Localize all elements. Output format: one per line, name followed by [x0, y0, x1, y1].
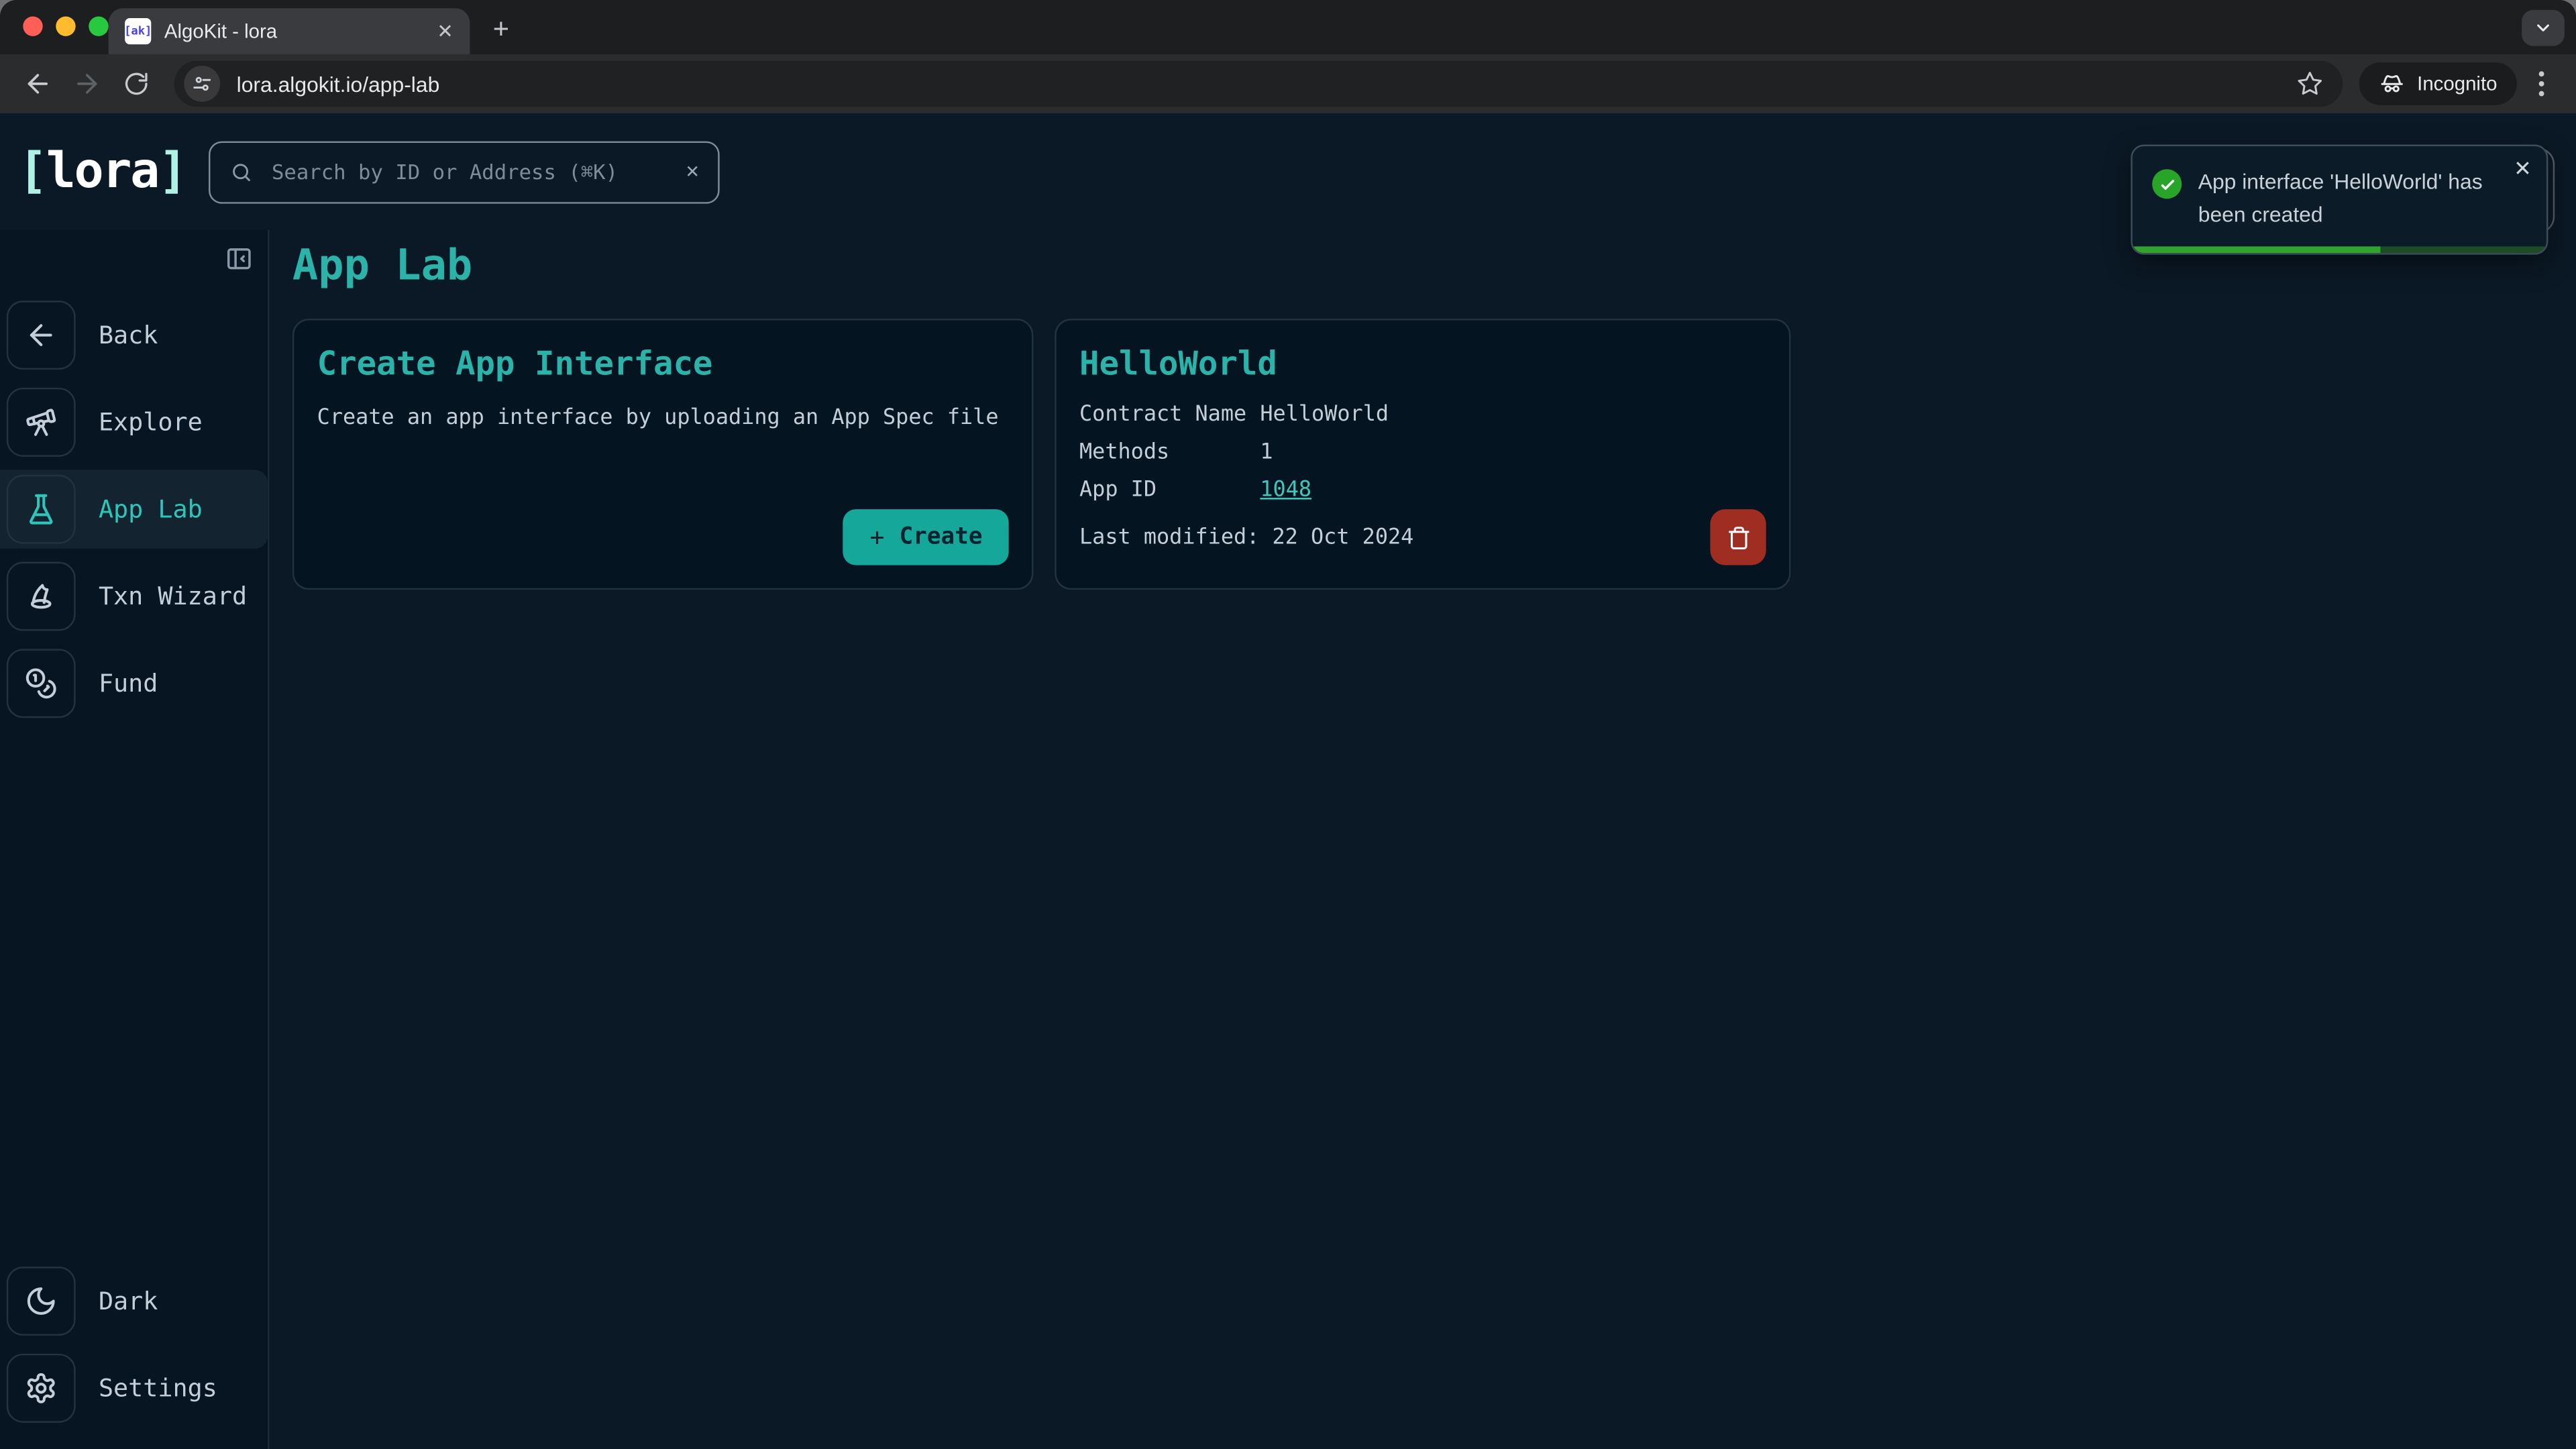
- toast-progress-bar: [2133, 246, 2546, 253]
- detail-row-contract-name: Contract Name HelloWorld: [1079, 402, 1766, 427]
- theme-toggle-label: Dark: [99, 1287, 158, 1316]
- arrow-left-icon: [23, 69, 52, 99]
- sidebar-item-label: Back: [99, 321, 158, 350]
- sidebar-item-explore[interactable]: Explore: [0, 383, 268, 462]
- coins-icon: [25, 667, 58, 700]
- incognito-label: Incognito: [2417, 72, 2497, 95]
- sidebar-item-label: Settings: [99, 1373, 217, 1403]
- plus-icon: +: [869, 523, 884, 552]
- chevron-down-icon: [2533, 18, 2553, 38]
- sidebar-footer: Dark Settings: [0, 1262, 268, 1436]
- close-window-button[interactable]: [23, 16, 42, 36]
- trash-icon: [1726, 525, 1751, 549]
- search-input[interactable]: [268, 158, 671, 186]
- minimize-window-button[interactable]: [56, 16, 75, 36]
- lora-logo[interactable]: [lora]: [18, 143, 186, 201]
- window-controls: [23, 16, 108, 36]
- success-toast: App interface 'HelloWorld' has been crea…: [2131, 145, 2548, 255]
- zoom-window-button[interactable]: [89, 16, 108, 36]
- app-interface-title: HelloWorld: [1079, 343, 1766, 383]
- tab-title: AlgoKit - lora: [164, 19, 424, 42]
- sidebar-item-app-lab[interactable]: App Lab: [0, 470, 268, 549]
- forward-button[interactable]: [66, 62, 109, 105]
- sidebar-item-fund[interactable]: Fund: [0, 644, 268, 723]
- card-description: Create an app interface by uploading an …: [317, 406, 1009, 431]
- toast-message: App interface 'HelloWorld' has been crea…: [2198, 166, 2504, 230]
- create-button[interactable]: + Create: [843, 509, 1008, 565]
- sidebar-item-back[interactable]: Back: [0, 296, 268, 375]
- sidebar-item-label: Txn Wizard: [99, 582, 247, 611]
- search-box[interactable]: ✕: [209, 140, 720, 203]
- bookmark-star-button[interactable]: [2297, 70, 2323, 97]
- reload-button[interactable]: [115, 62, 158, 105]
- create-button-label: Create: [900, 524, 983, 550]
- browser-menu-button[interactable]: [2524, 70, 2560, 97]
- tab-search-button[interactable]: [2522, 10, 2565, 46]
- sidebar-item-label: Explore: [99, 407, 203, 437]
- main-content: App Lab Create App Interface Create an a…: [270, 230, 2576, 1449]
- app-interface-card: HelloWorld Contract Name HelloWorld Meth…: [1055, 319, 1790, 590]
- sidebar-collapse-button[interactable]: [225, 240, 254, 276]
- logo-bracket: ]: [158, 143, 186, 201]
- delete-app-interface-button[interactable]: [1710, 509, 1766, 565]
- check-circle-icon: [2152, 169, 2182, 199]
- back-button[interactable]: [16, 62, 59, 105]
- sidebar-item-label: Fund: [99, 669, 158, 698]
- tab-favicon: [ak]: [125, 18, 151, 44]
- browser-window: [ak] AlgoKit - lora ✕ + lora.algokit.io/…: [0, 0, 2576, 1449]
- kebab-menu-icon: [2538, 70, 2545, 97]
- tune-icon: [191, 72, 213, 95]
- incognito-icon: [2379, 70, 2406, 97]
- sidebar-item-settings[interactable]: Settings: [0, 1349, 268, 1428]
- moon-icon: [25, 1285, 58, 1318]
- browser-tab[interactable]: [ak] AlgoKit - lora ✕: [109, 8, 470, 54]
- incognito-badge: Incognito: [2359, 62, 2516, 105]
- create-app-interface-card: Create App Interface Create an app inter…: [292, 319, 1033, 590]
- arrow-left-icon: [25, 319, 58, 352]
- new-tab-button[interactable]: +: [493, 13, 509, 46]
- search-clear-icon[interactable]: ✕: [686, 160, 699, 184]
- wizard-hat-icon: [25, 580, 58, 612]
- site-settings-button[interactable]: [184, 66, 220, 102]
- card-title: Create App Interface: [317, 343, 1009, 383]
- search-icon: [231, 160, 254, 183]
- logo-bracket: [: [18, 143, 46, 201]
- theme-toggle[interactable]: Dark: [0, 1262, 268, 1341]
- toast-close-icon[interactable]: ✕: [2514, 158, 2532, 179]
- panel-collapse-icon: [225, 244, 254, 272]
- sidebar-item-txn-wizard[interactable]: Txn Wizard: [0, 557, 268, 636]
- sidebar-nav: Back Explore App Lab Txn Wizard: [0, 296, 268, 731]
- last-modified-text: Last modified: 22 Oct 2024: [1079, 525, 1413, 549]
- tab-close-icon[interactable]: ✕: [437, 19, 453, 42]
- app-interface-details: Contract Name HelloWorld Methods 1 App I…: [1079, 402, 1766, 502]
- url-text: lora.algokit.io/app-lab: [237, 72, 2298, 97]
- lora-app: [lora] ✕ Back: [0, 113, 2576, 1449]
- flask-icon: [25, 493, 58, 526]
- sidebar-item-label: App Lab: [99, 494, 203, 524]
- sidebar: Back Explore App Lab Txn Wizard: [0, 230, 270, 1449]
- browser-toolbar: lora.algokit.io/app-lab Incognito: [0, 54, 2576, 113]
- address-bar[interactable]: lora.algokit.io/app-lab: [174, 61, 2343, 107]
- gear-icon: [25, 1372, 58, 1405]
- app-id-link[interactable]: 1048: [1260, 478, 1311, 503]
- reload-icon: [123, 70, 150, 97]
- telescope-icon: [25, 406, 58, 439]
- logo-text: lora: [46, 143, 158, 201]
- star-icon: [2297, 70, 2323, 97]
- detail-row-app-id: App ID 1048: [1079, 478, 1766, 503]
- arrow-right-icon: [72, 69, 102, 99]
- tab-strip: [ak] AlgoKit - lora ✕ +: [0, 0, 2576, 54]
- detail-row-methods: Methods 1: [1079, 440, 1766, 465]
